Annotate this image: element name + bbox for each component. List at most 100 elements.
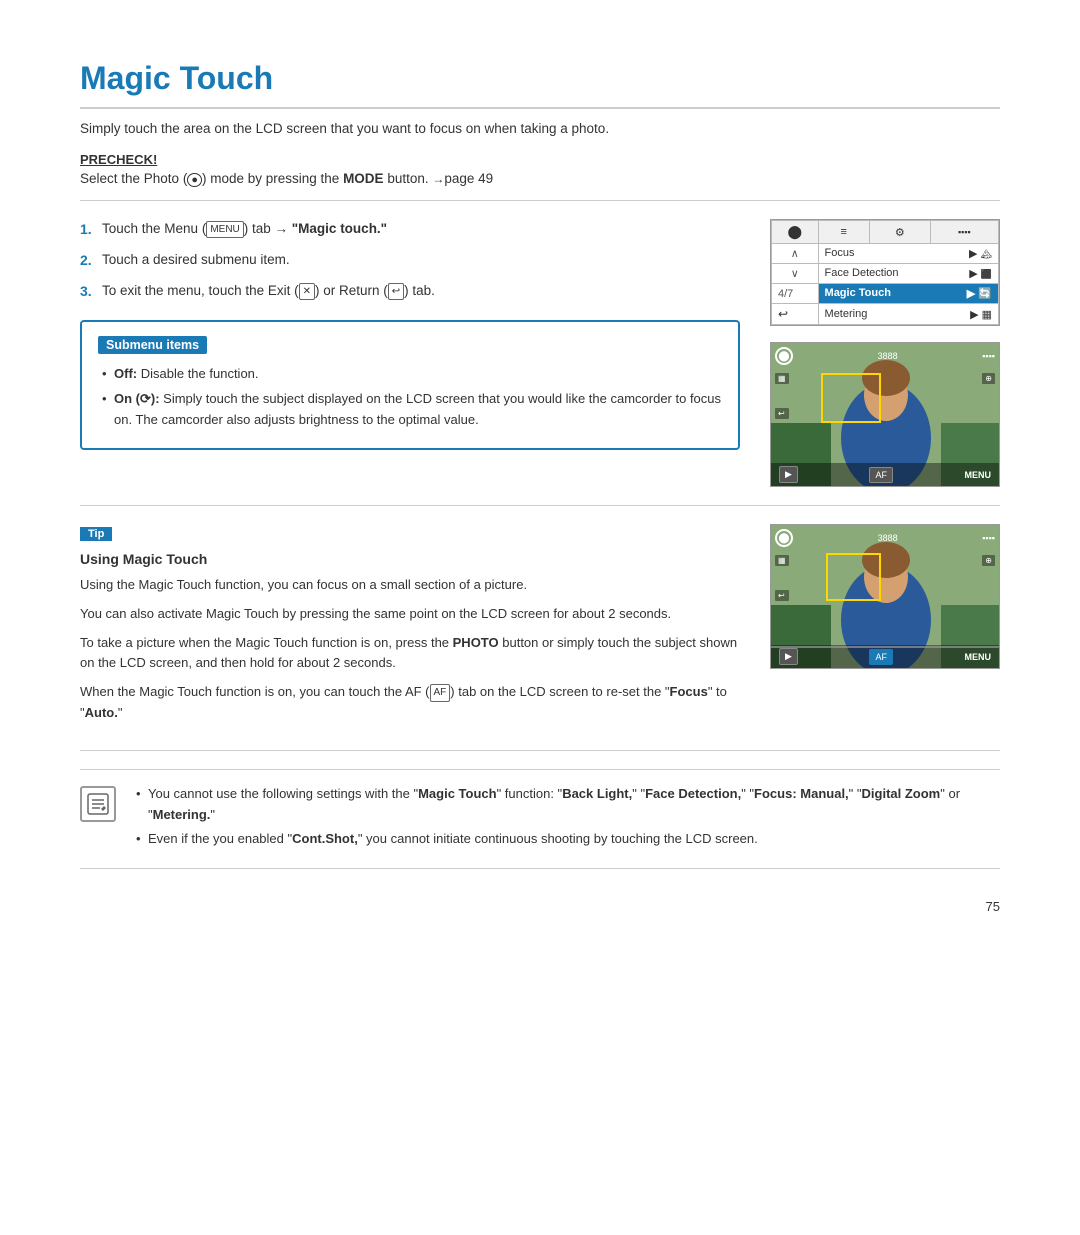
submenu-box: Submenu items Off: Disable the function.… bbox=[80, 320, 740, 450]
note-face-bold: Face Detection, bbox=[645, 786, 741, 801]
cam-right-icons-2: ⊕ bbox=[982, 555, 995, 566]
cam-status-1: ▪▪▪▪ bbox=[982, 351, 995, 361]
tip-image-col: ⬤ 3888 ▪▪▪▪ ▦ ↩ ⊕ ▶ AF MENU bbox=[770, 524, 1000, 732]
cam-arrow-icon-2: ↩ bbox=[775, 590, 789, 601]
cam-af-btn-1[interactable]: AF bbox=[869, 467, 893, 483]
return-icon: ↩ bbox=[388, 283, 404, 300]
note-item-2: Even if the you enabled "Cont.Shot," you… bbox=[132, 829, 1000, 850]
tip-column: Tip Using Magic Touch Using the Magic To… bbox=[80, 524, 740, 732]
cam-menu-label-1: MENU bbox=[965, 470, 992, 480]
cam-metering: Metering ▶ ▦ bbox=[818, 304, 998, 325]
step-2-num: 2. bbox=[80, 250, 102, 271]
cam-counter: 4/7 bbox=[772, 284, 819, 304]
cam-icon-photo: ⬤ bbox=[772, 221, 819, 244]
note-backlight-bold: Back Light, bbox=[562, 786, 632, 801]
tip-section: Tip Using Magic Touch Using the Magic To… bbox=[80, 524, 1000, 751]
submenu-title: Submenu items bbox=[98, 336, 207, 354]
cam-down-arrow: ∨ bbox=[772, 264, 819, 284]
focus-box-2 bbox=[826, 553, 881, 601]
submenu-item-on: On (⟳): Simply touch the subject display… bbox=[98, 389, 722, 431]
cam-circle-icon-2: ⬤ bbox=[775, 529, 793, 547]
cam-q-icon-1: ⊕ bbox=[982, 373, 995, 384]
tip-label: Tip bbox=[80, 527, 112, 541]
cam-icon-list: ≡ bbox=[818, 221, 869, 244]
tip-para-1: Using the Magic Touch function, you can … bbox=[80, 575, 740, 596]
cam-play-btn-2[interactable]: ▶ bbox=[779, 648, 798, 665]
note-item-1: You cannot use the following settings wi… bbox=[132, 784, 1000, 826]
cam-side-icons-1: ▦ ↩ bbox=[775, 373, 789, 419]
cam-up-arrow: ∧ bbox=[772, 244, 819, 264]
page-number: 75 bbox=[80, 899, 1000, 914]
step-1: 1. Touch the Menu (MENU) tab → "Magic to… bbox=[80, 219, 740, 240]
main-section: 1. Touch the Menu (MENU) tab → "Magic to… bbox=[80, 219, 1000, 506]
precheck-section: PRECHECK! Select the Photo (●) mode by p… bbox=[80, 152, 1000, 201]
images-column: ⬤ ≡ ⚙ ▪▪▪▪ ∧ Focus ▶ 🏔 ∨ Face Detection … bbox=[770, 219, 1000, 487]
step-1-bold: "Magic touch." bbox=[292, 221, 387, 236]
step-2: 2. Touch a desired submenu item. bbox=[80, 250, 740, 271]
cam-menu-label-2: MENU bbox=[965, 652, 992, 662]
note-digital-zoom-bold: Digital Zoom bbox=[862, 786, 941, 801]
camera-menu-ui: ⬤ ≡ ⚙ ▪▪▪▪ ∧ Focus ▶ 🏔 ∨ Face Detection … bbox=[770, 219, 1000, 326]
subtitle: Simply touch the area on the LCD screen … bbox=[80, 121, 1000, 136]
submenu-on-bold: On (⟳): bbox=[114, 391, 160, 406]
step-1-num: 1. bbox=[80, 219, 102, 240]
focus-bold-tip: Focus bbox=[670, 684, 708, 699]
cam-bat-1: ▪▪▪▪ bbox=[982, 351, 995, 361]
notes-icon bbox=[80, 786, 116, 822]
submenu-list: Off: Disable the function. On (⟳): Simpl… bbox=[98, 364, 722, 430]
photo-icon: ● bbox=[187, 173, 202, 187]
menu-icon: MENU bbox=[206, 221, 243, 238]
cam-magic-touch-selected: Magic Touch ▶ 🔄 bbox=[818, 284, 998, 304]
cam-focus-row: Focus ▶ 🏔 bbox=[818, 244, 998, 264]
cam-status-2: ▪▪▪▪ bbox=[982, 533, 995, 543]
cam-grid-icon-1: ▦ bbox=[775, 373, 789, 384]
cam-back-icon: ↩ bbox=[772, 304, 819, 325]
step-2-text: Touch a desired submenu item. bbox=[102, 250, 290, 270]
cam-side-icons-2: ▦ ↩ bbox=[775, 555, 789, 601]
cam-back-row: ↩ Metering ▶ ▦ bbox=[772, 304, 999, 325]
precheck-text: Select the Photo (●) mode by pressing th… bbox=[80, 171, 1000, 201]
page-title: Magic Touch bbox=[80, 60, 1000, 109]
cam-top-row: ⬤ ≡ ⚙ ▪▪▪▪ bbox=[772, 221, 999, 244]
steps-column: 1. Touch the Menu (MENU) tab → "Magic to… bbox=[80, 219, 740, 450]
cam-play-btn-1[interactable]: ▶ bbox=[779, 466, 798, 483]
notes-content: You cannot use the following settings wi… bbox=[132, 784, 1000, 854]
cam-top-middle-1: 3888 bbox=[878, 351, 898, 361]
cam-face-row: ∨ Face Detection ▶ ⬛ bbox=[772, 264, 999, 284]
photo-bold: PHOTO bbox=[453, 635, 499, 650]
cam-magic-touch-row: 4/7 Magic Touch ▶ 🔄 bbox=[772, 284, 999, 304]
cam-af-btn-2[interactable]: AF bbox=[869, 649, 893, 665]
cam-battery-status: ▪▪▪▪ bbox=[930, 221, 998, 244]
step-list: 1. Touch the Menu (MENU) tab → "Magic to… bbox=[80, 219, 740, 302]
step-3-num: 3. bbox=[80, 281, 102, 302]
camera-viewfinder-2: ⬤ 3888 ▪▪▪▪ ▦ ↩ ⊕ ▶ AF MENU bbox=[770, 524, 1000, 669]
note-contshot-bold: Cont.Shot, bbox=[292, 831, 358, 846]
precheck-label: PRECHECK! bbox=[80, 152, 1000, 167]
exit-icon: ✕ bbox=[299, 283, 315, 300]
camera-menu-table: ⬤ ≡ ⚙ ▪▪▪▪ ∧ Focus ▶ 🏔 ∨ Face Detection … bbox=[771, 220, 999, 325]
cam-overlay-top-2: ⬤ 3888 ▪▪▪▪ bbox=[775, 529, 995, 547]
notes-section: You cannot use the following settings wi… bbox=[80, 769, 1000, 869]
cam-top-middle-2: 3888 bbox=[878, 533, 898, 543]
step-1-text: Touch the Menu (MENU) tab → "Magic touch… bbox=[102, 219, 387, 239]
note-magic-touch-bold: Magic Touch bbox=[418, 786, 496, 801]
notes-list: You cannot use the following settings wi… bbox=[132, 784, 1000, 850]
submenu-item-off: Off: Disable the function. bbox=[98, 364, 722, 385]
cam-icon-gear: ⚙ bbox=[870, 221, 931, 244]
step-3: 3. To exit the menu, touch the Exit (✕) … bbox=[80, 281, 740, 302]
cam-grid-icon-2: ▦ bbox=[775, 555, 789, 566]
tip-para-2: You can also activate Magic Touch by pre… bbox=[80, 604, 740, 625]
tip-para-3: To take a picture when the Magic Touch f… bbox=[80, 633, 740, 675]
arrow: → bbox=[432, 172, 444, 186]
submenu-off-bold: Off: bbox=[114, 366, 137, 381]
cam-circle-icon-1: ⬤ bbox=[775, 347, 793, 365]
step-3-text: To exit the menu, touch the Exit (✕) or … bbox=[102, 281, 435, 301]
cam-nav-row: ∧ Focus ▶ 🏔 bbox=[772, 244, 999, 264]
cam-q-icon-2: ⊕ bbox=[982, 555, 995, 566]
cam-bat-2: ▪▪▪▪ bbox=[982, 533, 995, 543]
note-focus-manual-bold: Focus: Manual, bbox=[754, 786, 849, 801]
cam-bottom-bar-1: ▶ AF MENU bbox=[771, 463, 999, 486]
cam-overlay-top-1: ⬤ 3888 ▪▪▪▪ bbox=[775, 347, 995, 365]
tip-para-4: When the Magic Touch function is on, you… bbox=[80, 682, 740, 724]
note-svg-icon bbox=[86, 792, 110, 816]
